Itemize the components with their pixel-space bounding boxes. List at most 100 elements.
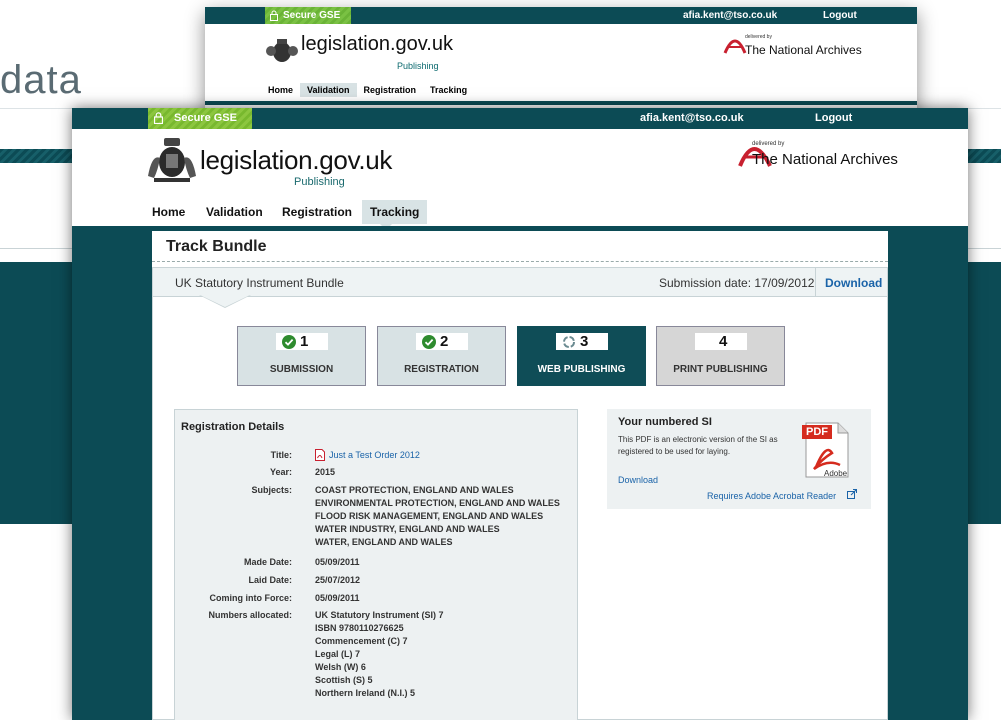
nav-tracking[interactable]: Tracking (362, 200, 428, 230)
pdf-badge-text: PDF (806, 426, 828, 438)
back-nav-registration[interactable]: Registration (357, 83, 424, 97)
step-web-publishing[interactable]: 3 WEB PUBLISHING (517, 326, 646, 386)
numbered-si-description: This PDF is an electronic version of the… (618, 435, 778, 456)
header-separator (815, 268, 816, 296)
title-rule (152, 261, 888, 263)
step-number: 4 (719, 333, 728, 350)
nav-registration[interactable]: Registration (274, 200, 360, 224)
step-label: SUBMISSION (269, 364, 334, 375)
publishing-label: Publishing (294, 176, 345, 188)
step-number-box: 1 (276, 333, 328, 350)
step-label: WEB PUBLISHING (537, 364, 626, 375)
back-secure-label: Secure GSE (283, 10, 341, 21)
subject-item: ENVIRONMENTAL PROTECTION, ENGLAND AND WA… (315, 498, 560, 508)
secure-gse-label: Secure GSE (174, 112, 237, 124)
tna-name: The National Archives (752, 151, 898, 168)
back-nav-validation[interactable]: Validation (300, 83, 357, 97)
made-date-value: 05/09/2011 (315, 557, 360, 567)
numbered-si-box: Your numbered SI This PDF is an electron… (607, 409, 871, 509)
year-value: 2015 (315, 467, 336, 477)
step-submission[interactable]: 1 SUBMISSION (237, 326, 366, 386)
coming-into-force-value: 05/09/2011 (315, 593, 360, 603)
step-number: 1 (300, 333, 309, 350)
title-label: Title: (270, 450, 292, 460)
main-window: Secure GSE afia.kent@tso.co.uk Logout le… (72, 108, 968, 720)
step-number-box: 3 (556, 333, 608, 350)
number-item: UK Statutory Instrument (SI) 7 (315, 610, 444, 620)
bundle-panel-header: UK Statutory Instrument Bundle Submissio… (153, 268, 887, 297)
registration-details-heading: Registration Details (181, 421, 285, 433)
subjects-label: Subjects: (251, 485, 292, 495)
back-user-email: afia.kent@tso.co.uk (683, 10, 778, 21)
back-tna-logo-icon (723, 39, 747, 54)
subject-item: WATER, ENGLAND AND WALES (315, 537, 453, 547)
side-margin-left (72, 231, 152, 720)
background-header-strip-right (968, 149, 1001, 163)
acrobat-reader-link[interactable]: Requires Adobe Acrobat Reader (707, 491, 836, 501)
pdf-document-icon[interactable]: PDF Adobe (802, 419, 852, 479)
step-label: REGISTRATION (404, 364, 479, 375)
registration-details-box: Registration Details Title: Just a Test … (174, 409, 578, 720)
numbers-allocated-label: Numbers allocated: (208, 610, 292, 620)
background-slide-word: data (0, 58, 82, 102)
page-title: Track Bundle (166, 238, 267, 255)
lock-icon (154, 112, 163, 124)
nav-validation[interactable]: Validation (198, 200, 271, 224)
subject-item: FLOOD RISK MANAGEMENT, ENGLAND AND WALES (315, 511, 544, 521)
back-nav-rule (205, 101, 917, 105)
step-print-publishing[interactable]: 4 PRINT PUBLISHING (656, 326, 785, 386)
tna-delivered-by: delivered by (752, 141, 785, 147)
external-link-icon (847, 489, 857, 499)
back-lock-icon (270, 10, 278, 21)
made-date-label: Made Date: (243, 557, 292, 567)
step-number-box: 2 (416, 333, 468, 350)
background-panel-right (968, 262, 1001, 524)
royal-crest-icon (148, 138, 196, 182)
secure-gse-badge: Secure GSE (148, 108, 252, 129)
background-panel-left (0, 262, 72, 524)
title-link[interactable]: Just a Test Order 2012 (329, 449, 420, 462)
step-label: PRINT PUBLISHING (673, 364, 768, 375)
laid-date-value: 25/07/2012 (315, 575, 361, 585)
back-royal-crest-icon (266, 39, 298, 62)
step-number-box: 4 (695, 333, 747, 350)
back-tna-name: The National Archives (745, 43, 862, 57)
check-circle-icon (282, 335, 296, 349)
side-margin-right (888, 231, 968, 720)
numbered-si-download-link[interactable]: Download (618, 475, 658, 485)
back-nav-home[interactable]: Home (261, 83, 300, 97)
site-title[interactable]: legislation.gov.uk (200, 145, 392, 176)
number-item: Commencement (C) 7 (315, 636, 408, 646)
back-site-title: legislation.gov.uk (301, 33, 453, 55)
back-nav: Home Validation Registration Tracking (261, 83, 474, 99)
step-registration[interactable]: 2 REGISTRATION (377, 326, 506, 386)
back-nav-tracking[interactable]: Tracking (423, 83, 474, 97)
back-secure-badge: Secure GSE (265, 7, 351, 24)
number-item: ISBN 9780110276625 (315, 623, 404, 633)
adobe-label: Adobe (824, 469, 848, 478)
back-logout-link[interactable]: Logout (823, 7, 857, 24)
subject-item: WATER INDUSTRY, ENGLAND AND WALES (315, 524, 500, 534)
laid-date-label: Laid Date: (248, 575, 292, 585)
nav-home[interactable]: Home (144, 200, 193, 224)
background-header-strip (0, 149, 72, 163)
back-tna-small: delivered by (745, 34, 772, 40)
submission-date: Submission date: 17/09/2012 (659, 276, 815, 290)
nav-tracking-label: Tracking (370, 205, 420, 219)
logout-link[interactable]: Logout (815, 108, 852, 129)
bundle-panel: UK Statutory Instrument Bundle Submissio… (152, 267, 888, 720)
number-item: Legal (L) 7 (315, 649, 361, 659)
number-item: Northern Ireland (N.I.) 5 (315, 688, 416, 698)
number-item: Scottish (S) 5 (315, 675, 373, 685)
subject-item: COAST PROTECTION, ENGLAND AND WALES (315, 485, 514, 495)
bundle-name: UK Statutory Instrument Bundle (175, 276, 344, 290)
numbered-si-heading: Your numbered SI (618, 416, 712, 428)
header-notch-fill (200, 295, 250, 307)
pdf-file-icon (315, 449, 325, 461)
coming-into-force-label: Coming into Force: (209, 593, 293, 603)
download-bundle-link[interactable]: Download (825, 276, 882, 290)
back-window: Secure GSE afia.kent@tso.co.uk Logout le… (205, 7, 917, 117)
year-label: Year: (269, 467, 292, 477)
in-progress-spinner-icon (563, 336, 575, 348)
back-publishing-label: Publishing (397, 61, 439, 71)
